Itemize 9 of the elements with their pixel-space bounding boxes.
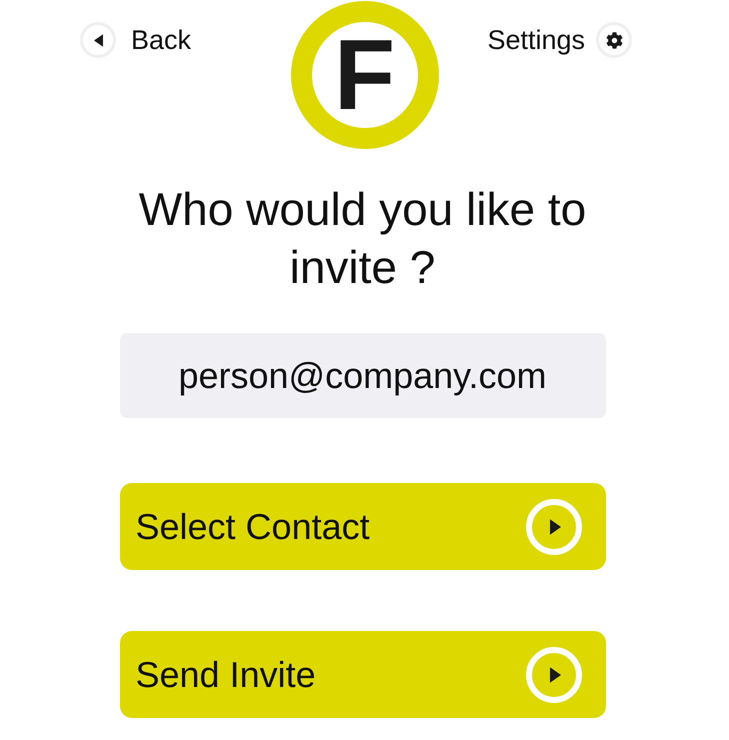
page-title: Who would you like to invite ? — [138, 182, 588, 295]
back-button[interactable]: Back — [80, 22, 192, 58]
select-contact-button[interactable]: Select Contact — [120, 483, 606, 570]
logo: F — [290, 1, 438, 149]
back-icon — [80, 22, 116, 58]
settings-button[interactable]: Settings — [487, 22, 632, 58]
settings-icon — [596, 22, 632, 58]
email-field[interactable]: person@company.com — [120, 333, 606, 418]
send-invite-button[interactable]: Send Invite — [120, 631, 606, 718]
